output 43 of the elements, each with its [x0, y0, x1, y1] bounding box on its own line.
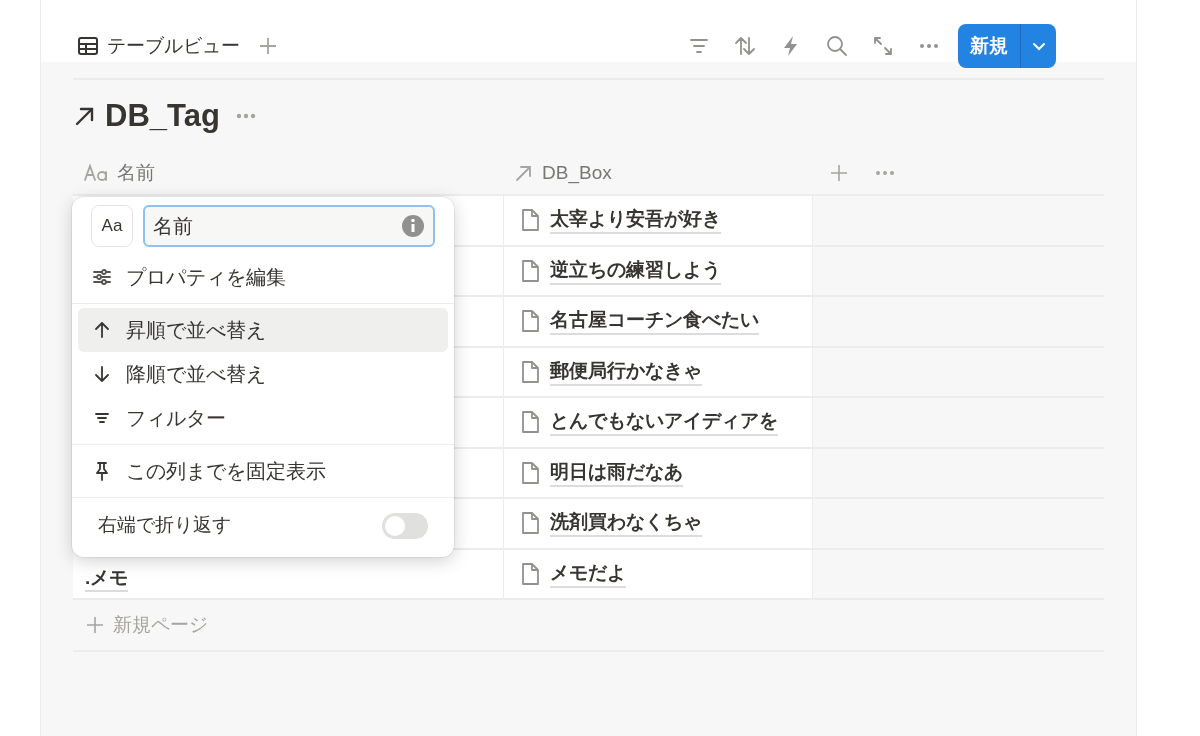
page-icon	[520, 309, 540, 334]
table-icon	[77, 35, 99, 57]
text-type-icon	[83, 163, 109, 183]
arrow-down-icon	[92, 364, 112, 384]
sliders-icon	[92, 267, 112, 287]
relation-link[interactable]: 郵便局行かなきゃ	[550, 357, 702, 386]
plus-icon	[85, 615, 105, 635]
menu-item[interactable]: この列までを固定表示	[78, 449, 448, 493]
expand-icon[interactable]	[872, 35, 894, 57]
view-tab[interactable]: テーブルビュー	[73, 26, 244, 66]
relation-link[interactable]: 名古屋コーチン食べたい	[550, 307, 759, 336]
column-header[interactable]: DB_Box	[504, 152, 813, 194]
wrap-toggle[interactable]	[382, 512, 428, 539]
relation-link[interactable]: 洗剤買わなくちゃ	[550, 509, 702, 538]
page-icon	[520, 208, 540, 233]
page-icon	[520, 359, 540, 384]
page-icon	[520, 410, 540, 435]
relation-link[interactable]: 明日は雨だなあ	[550, 458, 683, 487]
database-title: DB_Tag	[105, 96, 220, 135]
row-title[interactable]: .メモ	[85, 566, 129, 592]
menu-item[interactable]: 降順で並べ替え	[78, 352, 448, 396]
add-column-icon[interactable]	[829, 163, 849, 183]
property-type-button[interactable]: Aa	[91, 205, 133, 247]
toggle-label: 右端で折り返す	[98, 513, 231, 538]
sort-icon[interactable]	[734, 35, 756, 57]
add-view-icon[interactable]	[258, 36, 278, 56]
info-icon	[401, 214, 425, 238]
page-icon	[520, 258, 540, 283]
menu-item[interactable]: プロパティを編集	[78, 255, 448, 299]
arrow-up-icon	[92, 320, 112, 340]
page-icon	[520, 511, 540, 536]
page-icon	[520, 561, 540, 586]
relation-link[interactable]: メモだよ	[550, 559, 626, 588]
menu-item[interactable]: フィルター	[78, 396, 448, 440]
relation-link[interactable]: 逆立ちの練習しよう	[550, 256, 721, 285]
column-header[interactable]: 名前	[73, 152, 504, 194]
page-icon	[520, 460, 540, 485]
relation-link[interactable]: 太宰より安吾が好き	[550, 206, 721, 235]
relation-link[interactable]: とんでもないアイディアを	[550, 408, 778, 437]
name-field[interactable]: 名前	[143, 205, 435, 247]
menu-item[interactable]: 昇順で並べ替え	[78, 308, 448, 352]
search-icon[interactable]	[826, 35, 848, 57]
arrow-icon	[514, 163, 534, 183]
